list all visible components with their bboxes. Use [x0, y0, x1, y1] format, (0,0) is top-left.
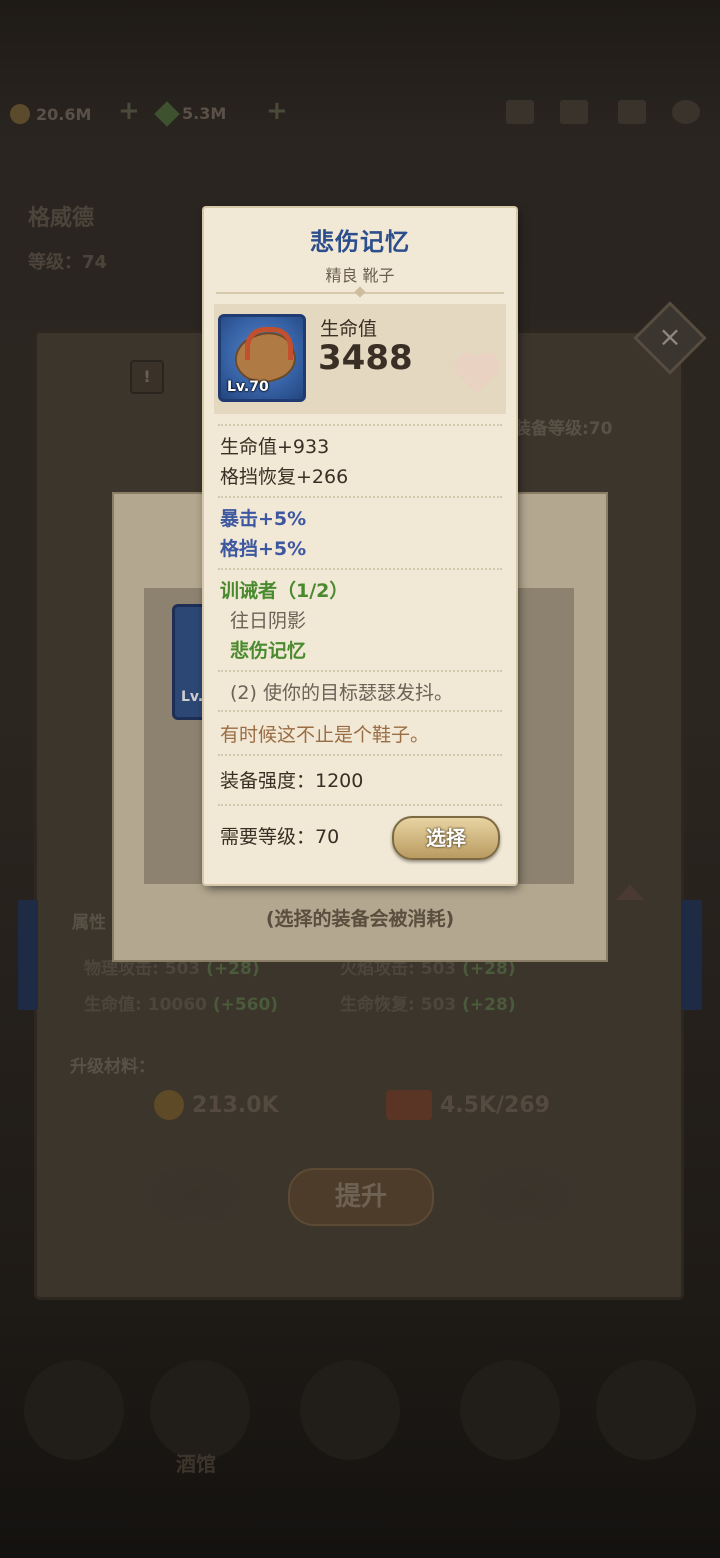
- leaf-amount: 5.3M: [182, 104, 227, 123]
- main-stat-label: 生命值: [320, 318, 378, 340]
- upgrade-materials-label: 升级材料：: [70, 1057, 155, 1077]
- gold-resource: 20.6M: [10, 104, 91, 124]
- side-tab-left: [18, 900, 38, 1010]
- warning-icon: !: [130, 360, 164, 394]
- item-icon-frame: Lv.70: [218, 314, 306, 402]
- set-member-2: 悲伤记忆: [230, 640, 307, 662]
- required-equip-level: 装备等级:70: [514, 419, 613, 439]
- bonus-stat-block: 格挡+5%: [220, 538, 307, 560]
- divider: [218, 710, 502, 712]
- resource-bar: 20.6M + 5.3M +: [0, 92, 720, 138]
- sandal-strap: [245, 327, 293, 360]
- nav-item-3[interactable]: [300, 1360, 400, 1460]
- upgrade-arrow-icon: [616, 884, 644, 900]
- flavor-text: 有时候这不止是个鞋子。: [220, 724, 430, 746]
- set-name: 训诫者（1/2）: [220, 580, 349, 602]
- divider: [218, 804, 502, 806]
- main-stat-value: 3488: [318, 338, 413, 378]
- coin-icon: [154, 1090, 184, 1120]
- scroll-icon: [386, 1090, 432, 1120]
- dragon-ornament-left: [134, 1160, 254, 1230]
- settings-gear-icon[interactable]: [672, 100, 700, 124]
- item-quality-type: 精良 靴子: [325, 266, 395, 285]
- item-detail-card: 悲伤记忆 精良 靴子 Lv.70 生命值 3488 生命值+933 格挡恢复+2…: [204, 208, 516, 884]
- material-gold: 213.0K: [154, 1090, 279, 1120]
- divider: [218, 670, 502, 672]
- divider: [216, 292, 504, 294]
- nav-label-tavern: 酒馆: [176, 1452, 216, 1476]
- stat-health: 生命值: 10060 (+560): [84, 995, 279, 1015]
- heart-icon: [458, 356, 496, 394]
- stat-health-regen: 生命恢复: 503 (+28): [340, 995, 516, 1015]
- upgrade-button[interactable]: 提升: [288, 1168, 434, 1226]
- side-tab-right: [682, 900, 702, 1010]
- gear-score: 装备强度：1200: [220, 770, 364, 792]
- gold-amount: 20.6M: [36, 104, 92, 124]
- main-stat-box: Lv.70 生命值 3488: [214, 304, 506, 414]
- add-leaf-icon[interactable]: +: [266, 96, 288, 126]
- nav-item-4[interactable]: [460, 1360, 560, 1460]
- nav-item-tavern[interactable]: [150, 1360, 250, 1460]
- bottom-navigation: [0, 1340, 720, 1470]
- item-level-badge: Lv.70: [227, 379, 269, 395]
- divider: [218, 568, 502, 570]
- select-button[interactable]: 选择: [392, 816, 500, 860]
- set-member-1: 往日阴影: [230, 610, 307, 632]
- leaf-resource: 5.3M: [154, 100, 227, 127]
- mail-icon[interactable]: [618, 100, 646, 124]
- dragon-ornament-right: [464, 1160, 584, 1230]
- close-icon: ×: [658, 320, 682, 353]
- divider: [218, 754, 502, 756]
- leaf-icon: [154, 100, 180, 127]
- nav-item-5[interactable]: [596, 1360, 696, 1460]
- add-gold-icon[interactable]: +: [118, 96, 140, 126]
- gold-coin-icon: [10, 104, 30, 124]
- nav-item-1[interactable]: [24, 1360, 124, 1460]
- alert-icon[interactable]: [506, 100, 534, 124]
- consume-hint: (选择的装备会被消耗): [265, 908, 455, 930]
- close-button[interactable]: ×: [633, 301, 707, 375]
- item-name: 悲伤记忆: [310, 228, 410, 256]
- bonus-stat-crit: 暴击+5%: [220, 508, 307, 530]
- attributes-label: 属性: [72, 913, 106, 933]
- slot-level-badge: Lv.: [181, 689, 204, 705]
- base-stat-block-regen: 格挡恢复+266: [220, 466, 349, 488]
- hero-name: 格威德: [28, 206, 95, 231]
- required-level: 需要等级：70: [220, 826, 340, 848]
- material-scroll: 4.5K/269: [386, 1090, 550, 1120]
- base-stat-health: 生命值+933: [220, 436, 330, 458]
- set-effect: (2) 使你的目标瑟瑟发抖。: [230, 682, 453, 704]
- divider: [218, 424, 502, 426]
- hero-level: 等级：74: [28, 252, 108, 273]
- divider: [218, 496, 502, 498]
- quest-icon[interactable]: [560, 100, 588, 124]
